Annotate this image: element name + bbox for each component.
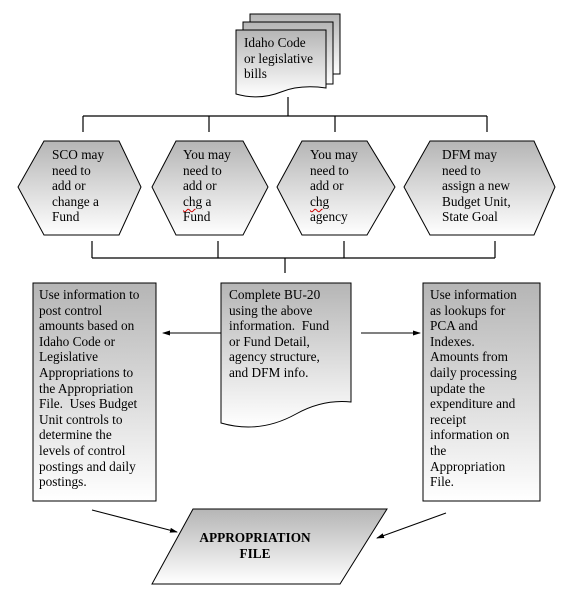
text-line: daily processing (430, 364, 517, 380)
text-line: Fund (52, 209, 80, 225)
spellcheck-word[interactable]: chg (183, 194, 202, 209)
text-line: Idaho Code or (39, 333, 116, 349)
text-line: or Fund Detail, (229, 333, 310, 349)
text-line: Unit controls to (39, 411, 123, 427)
text-line: Appropriations to (39, 364, 134, 380)
text-line: Fund (183, 209, 211, 225)
spellcheck-word[interactable]: chg (310, 194, 329, 209)
text-line: Legislative (39, 349, 99, 365)
text-line: and DFM info. (229, 364, 309, 380)
text-line: need to (442, 162, 481, 178)
text-line: or legislative (244, 50, 314, 66)
text-line: add or (52, 178, 86, 194)
text-line: update the (430, 380, 486, 396)
text-line: Amounts from (430, 349, 508, 365)
text-line: post control (39, 302, 103, 318)
hexagon-dfm-budget-unit-label: DFM may need to assign a new Budget Unit… (442, 147, 542, 225)
text-line: chg (310, 194, 380, 210)
text-line: PCA and (430, 318, 478, 334)
left-process-box-label: Use information to post control amounts … (39, 287, 157, 490)
text-line: File. Uses Budget (39, 396, 138, 412)
text-line: change a (52, 193, 99, 209)
text-line: APPROPRIATION (199, 530, 311, 545)
text-line: the (430, 442, 447, 458)
text-line: amounts based on (39, 318, 135, 334)
text-line: State Goal (442, 209, 498, 225)
hexagon-agency-structure-label: You may need to add or chg agency (310, 147, 380, 225)
text-line: You may (310, 147, 358, 162)
text-line: agency (310, 209, 348, 225)
arrow-left-to-file (91, 509, 178, 533)
top-connectors (82, 97, 488, 132)
middle-connectors (91, 241, 496, 273)
right-process-box-label: Use information as lookups for PCA and I… (430, 287, 542, 490)
center-document-label: Complete BU-20 using the above informati… (229, 287, 353, 381)
text-line: determine the (39, 427, 112, 443)
arrow-right-to-file (376, 512, 447, 539)
text-line: information on (430, 427, 510, 443)
text-line: Indexes. (430, 333, 475, 349)
text-line: levels of control (39, 442, 126, 458)
appropriation-file-label: APPROPRIATION FILE (190, 530, 320, 562)
text-line: File. (430, 474, 455, 490)
text-line: postings. (39, 474, 87, 490)
text-line: need to (52, 162, 91, 178)
text-line: need to (310, 162, 349, 178)
text-line: SCO may (52, 147, 105, 162)
text-line: postings and daily (39, 458, 136, 474)
text-line: Idaho Code (244, 35, 306, 50)
source-document-label: Idaho Code or legislative bills (244, 35, 328, 82)
text-line: Use information to (39, 287, 140, 302)
text-line: Budget Unit, (442, 193, 511, 209)
text-line: agency structure, (229, 349, 320, 365)
text-line: information. Fund (229, 318, 330, 334)
text-line: bills (244, 66, 267, 82)
text-line: Use information (430, 287, 517, 302)
text-line: DFM may (442, 147, 498, 162)
text-line: the Appropriation (39, 380, 134, 396)
text-line: expenditure and (430, 396, 516, 412)
text-line: Appropriation (430, 458, 506, 474)
text-line: assign a new (442, 178, 510, 194)
text-line: using the above (229, 302, 313, 318)
hexagon-agency-fund-label: You may need to add or chg a Fund (183, 147, 253, 225)
text-line: as lookups for (430, 302, 506, 318)
text-line: You may (183, 147, 231, 162)
text-line: add or (183, 178, 217, 194)
text-line: add or (310, 178, 344, 194)
text-line: Complete BU-20 (229, 287, 321, 302)
text-line: need to (183, 162, 222, 178)
text-line: FILE (239, 546, 271, 561)
hexagon-sco-fund-label: SCO may need to add or change a Fund (52, 147, 132, 225)
text-line: receipt (430, 411, 467, 427)
text-line: chg a (183, 193, 212, 209)
